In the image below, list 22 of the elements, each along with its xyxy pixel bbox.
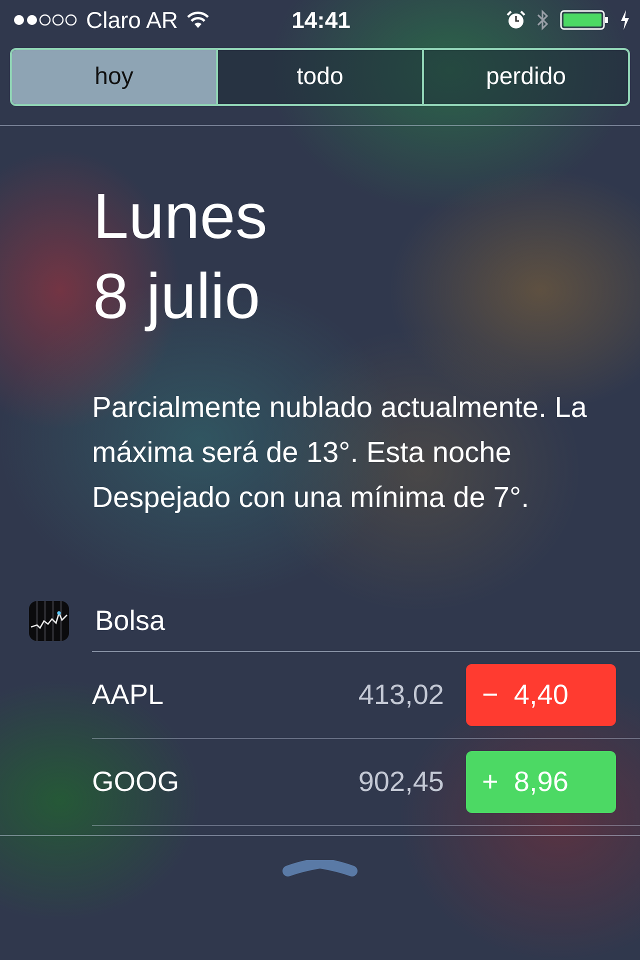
alarm-clock-icon [506, 10, 526, 30]
tab[interactable]: todo [216, 50, 422, 104]
stock-price: 413,02 [358, 679, 444, 711]
carrier-name: Claro AR [86, 6, 178, 34]
pull-up-handle-icon [282, 860, 358, 878]
tab[interactable]: hoy [12, 50, 216, 104]
date-heading: 8 julio [93, 259, 262, 334]
weather-summary: Parcialmente nublado actualmente. La máxima será de 13°. Esta noche Despejado con una mínima de 7°. [92, 391, 588, 516]
stock-symbol: GOOG [92, 766, 180, 798]
wifi-icon [186, 11, 210, 29]
signal-icon [12, 13, 78, 27]
stock-price: 902,45 [358, 766, 444, 798]
stocks-app-icon [29, 601, 69, 641]
tab[interactable]: perdido [422, 50, 628, 104]
price-change-badge[interactable]: − 4,40 [466, 664, 616, 726]
charging-bolt-icon [620, 10, 630, 30]
widget-title: Bolsa [95, 605, 166, 637]
bluetooth-icon [536, 8, 550, 32]
weekday-heading: Lunes [93, 179, 268, 254]
stock-symbol: AAPL [92, 679, 165, 711]
battery-icon [560, 9, 610, 31]
clock-time: 14:41 [292, 6, 350, 34]
